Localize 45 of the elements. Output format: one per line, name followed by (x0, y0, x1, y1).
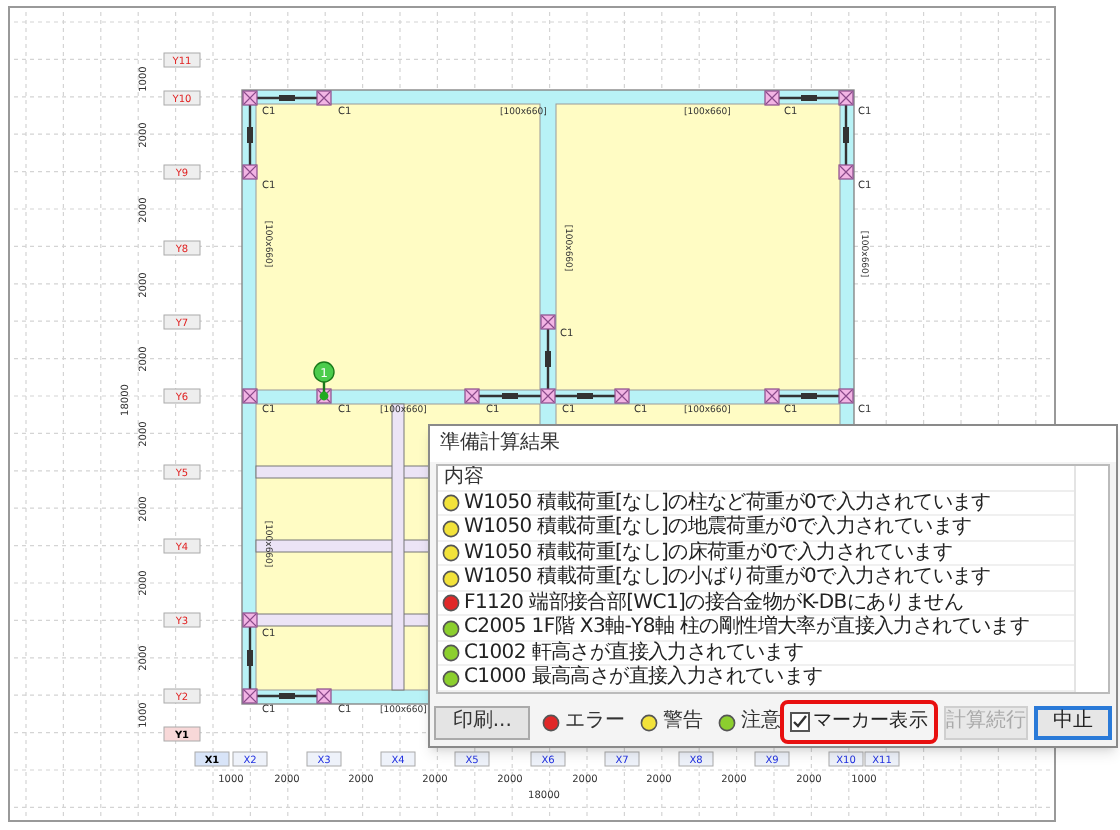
status-dot-icon (442, 494, 460, 513)
status-dot-icon (442, 669, 460, 688)
result-row[interactable]: W1050 積載荷重[なし]の小ばり荷重が0で入力されています (464, 568, 991, 589)
result-row[interactable]: C1002 軒高さが直接入力されています (464, 643, 804, 664)
status-dot-icon (442, 594, 460, 613)
column-marker-icon (838, 90, 854, 106)
status-dot-icon (442, 644, 460, 663)
column-marker-icon (242, 90, 258, 106)
status-dot-icon (442, 569, 460, 588)
checkbox-icon[interactable] (790, 712, 811, 733)
column-marker-icon (614, 388, 630, 404)
column-marker-icon (242, 164, 258, 180)
column-marker-icon (540, 388, 556, 404)
column-marker-icon (764, 90, 780, 106)
status-dot-icon (542, 713, 561, 732)
column-marker-icon (242, 688, 258, 704)
result-row[interactable]: W1050 積載荷重[なし]の床荷重が0で入力されています (464, 543, 952, 564)
column-header[interactable]: 内容 (444, 467, 484, 488)
dialog-title: 準備計算結果 (440, 433, 560, 454)
result-row[interactable]: F1120 端部接合部[WC1]の接合金物がK-DBにありません (464, 593, 963, 614)
result-row[interactable]: W1050 積載荷重[なし]の柱など荷重が0で入力されています (464, 493, 991, 514)
status-dot-icon (442, 619, 460, 638)
column-marker-icon (316, 90, 332, 106)
column-marker-icon (464, 388, 480, 404)
result-row[interactable]: C1000 最高高さが直接入力されています (464, 668, 823, 689)
status-dot-icon (640, 713, 659, 732)
status-dot-icon (442, 519, 460, 538)
dialog-button[interactable]: 中止 (1033, 705, 1112, 740)
legend-label: 警告 (662, 712, 703, 733)
legend-label: 注意 (740, 712, 781, 733)
column-marker-icon (838, 388, 854, 404)
result-list[interactable] (436, 463, 1110, 695)
column-marker-icon (540, 314, 556, 330)
legend-label: エラー (564, 712, 625, 733)
column-marker-icon (316, 688, 332, 704)
marker-checkbox[interactable]: マーカー表示 (780, 700, 938, 745)
column-marker-icon (764, 388, 780, 404)
print-button[interactable]: 印刷... (434, 705, 531, 740)
result-row[interactable]: C2005 1F階 X3軸-Y8軸 柱の剛性増大率が直接入力されています (464, 618, 1030, 639)
column-marker-icon (242, 612, 258, 628)
status-dot-icon (718, 713, 737, 732)
result-row[interactable]: W1050 積載荷重[なし]の地震荷重が0で入力されています (464, 518, 972, 539)
status-dot-icon (442, 544, 460, 563)
column-marker-icon (838, 164, 854, 180)
column-marker-icon (242, 388, 258, 404)
